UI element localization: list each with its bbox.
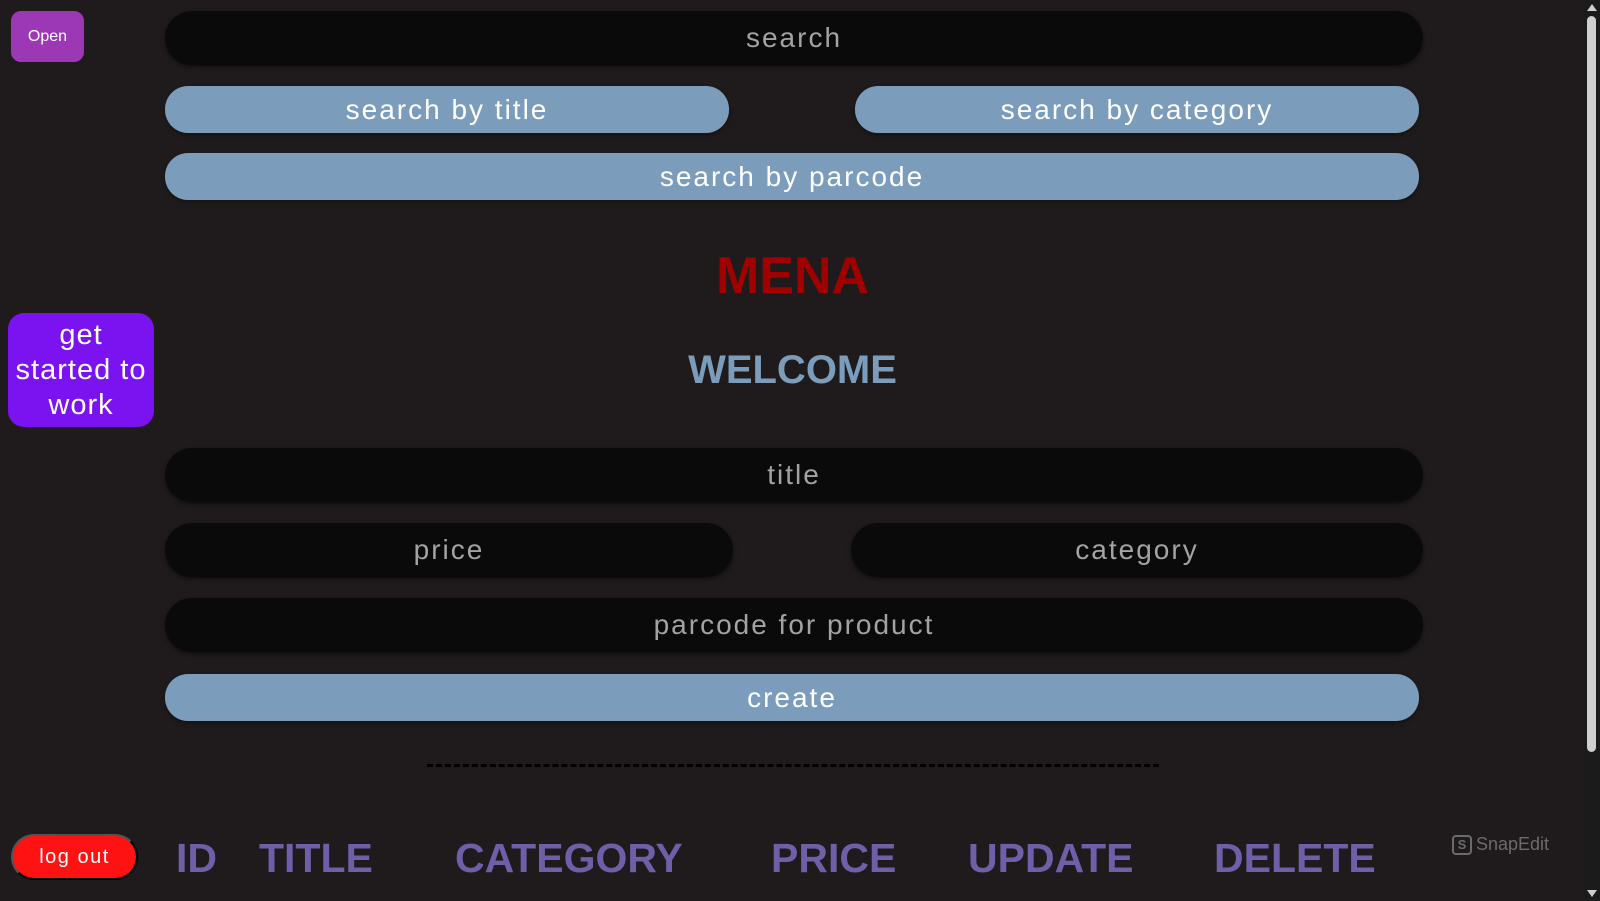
scroll-up-arrow-icon[interactable]	[1587, 4, 1597, 11]
parcode-input[interactable]	[165, 598, 1423, 652]
header-title: TITLE	[259, 835, 373, 881]
brand-title: MENA	[715, 247, 870, 305]
search-input[interactable]	[165, 11, 1423, 65]
scroll-down-arrow-icon[interactable]	[1587, 890, 1597, 897]
welcome-heading: WELCOME	[688, 348, 897, 392]
header-id: ID	[176, 835, 217, 881]
create-button[interactable]: create	[165, 674, 1419, 721]
vertical-scrollbar[interactable]	[1583, 0, 1600, 901]
open-button[interactable]: Open	[11, 11, 84, 62]
search-by-parcode-button[interactable]: search by parcode	[165, 153, 1419, 200]
logout-button[interactable]: log out	[11, 834, 138, 880]
header-price: PRICE	[771, 835, 897, 881]
header-category: CATEGORY	[455, 835, 683, 881]
header-delete: DELETE	[1214, 835, 1376, 881]
watermark-text: SnapEdit	[1476, 834, 1550, 854]
title-input[interactable]	[165, 448, 1423, 502]
search-by-category-button[interactable]: search by category	[855, 86, 1419, 133]
app-page: Open search by title search by category …	[0, 0, 1600, 901]
snapedit-logo-icon: S	[1452, 834, 1472, 855]
scrollbar-thumb[interactable]	[1587, 16, 1596, 752]
search-by-title-button[interactable]: search by title	[165, 86, 729, 133]
snapedit-watermark: S SnapEdit	[1452, 834, 1549, 855]
header-update: UPDATE	[968, 835, 1134, 881]
category-input[interactable]	[851, 523, 1423, 577]
price-input[interactable]	[165, 523, 733, 577]
dashed-divider	[427, 764, 1159, 767]
